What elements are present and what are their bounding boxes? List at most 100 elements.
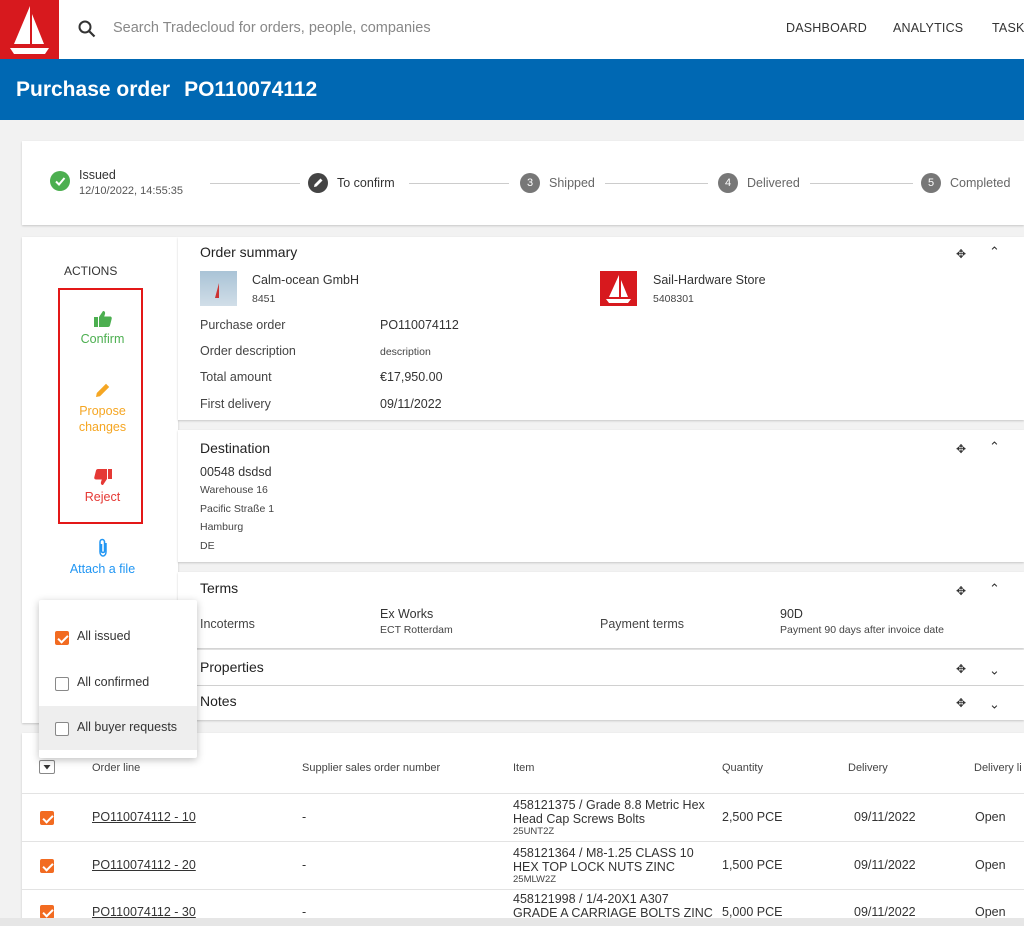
quantity: 2,500 PCE (722, 810, 783, 824)
header-delivery[interactable]: Delivery (848, 762, 888, 774)
item-line-1: 458121998 / 1/4-20X1 A307 (513, 892, 669, 906)
drag-move-icon[interactable]: ✥ (956, 696, 966, 710)
step-issued-date: 12/10/2022, 14:55:35 (79, 185, 183, 197)
header-supplier-sales-order[interactable]: Supplier sales order number (302, 762, 440, 774)
drag-move-icon[interactable]: ✥ (956, 584, 966, 598)
step-number: 4 (718, 173, 738, 193)
notes-section[interactable]: Notes ✥ ⌃ (178, 686, 1024, 720)
table-row[interactable]: PO110074112 - 10 - 458121375 / Grade 8.8… (22, 793, 1024, 841)
item-line-1: 458121364 / M8-1.25 CLASS 10 (513, 846, 694, 860)
purchase-order-label: Purchase order (200, 318, 286, 332)
header-delivery-line-status[interactable]: Delivery li (974, 762, 1022, 774)
chevron-up-icon[interactable]: ⌃ (989, 581, 1000, 597)
order-line-link[interactable]: PO110074112 - 10 (92, 810, 196, 824)
drag-move-icon[interactable]: ✥ (956, 662, 966, 676)
attach-file-button[interactable]: Attach a file (60, 538, 145, 576)
supplier-sales-order: - (302, 810, 307, 824)
properties-section[interactable]: Properties ✥ ⌃ (178, 650, 1024, 685)
delivery-date: 09/11/2022 (854, 905, 916, 919)
checkbox[interactable] (55, 677, 69, 691)
status-stepper: Issued 12/10/2022, 14:55:35 To confirm 3… (22, 141, 1024, 225)
dropdown-label: All buyer requests (77, 720, 178, 734)
payment-terms-label: Payment terms (600, 617, 685, 631)
purchase-order-value: PO110074112 (380, 318, 459, 332)
quantity: 5,000 PCE (722, 905, 783, 919)
drag-move-icon[interactable]: ✥ (956, 442, 966, 456)
header-order-line[interactable]: Order line (92, 762, 140, 774)
search-icon[interactable] (78, 20, 96, 38)
checkbox-checked[interactable] (55, 631, 69, 645)
step-connector (810, 183, 913, 184)
destination-code: 00548 dsdsd (200, 465, 272, 479)
order-line-link[interactable]: PO110074112 - 30 (92, 905, 196, 919)
search-input[interactable]: Search Tradecloud for orders, people, co… (113, 20, 431, 36)
pencil-icon (308, 173, 328, 193)
chevron-down-icon[interactable]: ⌃ (989, 661, 1000, 677)
first-delivery-label: First delivery (200, 397, 271, 411)
confirm-button[interactable]: Confirm (60, 310, 145, 346)
incoterms-value: Ex Works (380, 607, 434, 621)
item-cell: 458121998 / 1/4-20X1 A307 GRADE A CARRIA… (513, 892, 713, 920)
row-checkbox[interactable] (40, 811, 54, 825)
select-menu-dropdown[interactable] (39, 760, 55, 774)
horizontal-scrollbar[interactable] (0, 918, 1024, 926)
destination-title: Destination (200, 440, 271, 456)
order-summary-title: Order summary (200, 244, 298, 260)
total-amount-label: Total amount (200, 370, 272, 384)
payment-terms-sub: Payment 90 days after invoice date (780, 624, 945, 636)
nav-dashboard[interactable]: DASHBOARD (786, 21, 867, 35)
drag-move-icon[interactable]: ✥ (956, 247, 966, 261)
step-shipped-label: Shipped (549, 176, 595, 190)
item-line-2: HEX TOP LOCK NUTS ZINC (513, 860, 675, 874)
supplier-logo (600, 271, 637, 306)
chevron-up-icon[interactable]: ⌃ (989, 244, 1000, 260)
attach-label: Attach a file (69, 562, 136, 576)
line-status: Open (975, 858, 1006, 872)
item-cell: 458121364 / M8-1.25 CLASS 10 HEX TOP LOC… (513, 846, 694, 885)
row-checkbox[interactable] (40, 905, 54, 919)
page-title: Purchase order PO110074112 (16, 78, 317, 102)
propose-label-1: Propose (79, 404, 126, 418)
dropdown-item-all-issued[interactable]: All issued (39, 615, 197, 659)
nav-analytics[interactable]: ANALYTICS (893, 21, 963, 35)
item-line-2: Head Cap Screws Bolts (513, 812, 646, 826)
step-connector (210, 183, 300, 184)
header-quantity[interactable]: Quantity (722, 762, 763, 774)
supplier-sales-order: - (302, 858, 307, 872)
reject-button[interactable]: Reject (60, 468, 145, 504)
step-number: 5 (921, 173, 941, 193)
pencil-icon (95, 383, 109, 397)
page-title-po: PO110074112 (184, 78, 318, 101)
propose-changes-button[interactable]: Propose changes (60, 381, 145, 435)
item-code: 25MLW2Z (513, 874, 557, 885)
title-bar: Purchase order PO110074112 (0, 59, 1024, 120)
checkbox[interactable] (55, 722, 69, 736)
item-line-1: 458121375 / Grade 8.8 Metric Hex (513, 798, 705, 812)
destination-line: Hamburg (200, 521, 244, 533)
sailboat-logo-icon[interactable] (0, 0, 59, 59)
chevron-up-icon[interactable]: ⌃ (989, 439, 1000, 455)
header-item[interactable]: Item (513, 762, 534, 774)
row-checkbox[interactable] (40, 859, 54, 873)
step-number: 3 (520, 173, 540, 193)
dropdown-item-all-buyer-requests[interactable]: All buyer requests (39, 706, 197, 750)
destination-line: Pacific Straße 1 (200, 503, 275, 515)
step-connector (409, 183, 509, 184)
line-status: Open (975, 810, 1006, 824)
order-description-label: Order description (200, 344, 296, 358)
order-line-link[interactable]: PO110074112 - 20 (92, 858, 196, 872)
table-row[interactable]: PO110074112 - 20 - 458121364 / M8-1.25 C… (22, 841, 1024, 889)
quantity: 1,500 PCE (722, 858, 783, 872)
dropdown-item-all-confirmed[interactable]: All confirmed (39, 661, 197, 705)
delivery-date: 09/11/2022 (854, 810, 916, 824)
dropdown-label: All issued (77, 629, 131, 643)
step-delivered-label: Delivered (747, 176, 800, 190)
order-lines-table: Order line Supplier sales order number I… (22, 733, 1024, 926)
order-summary-section: Order summary ✥ ⌃ Calm-ocean GmbH 8451 S… (178, 237, 1024, 420)
nav-tasks[interactable]: TASK (992, 21, 1024, 35)
paperclip-icon (98, 538, 107, 557)
chevron-down-icon[interactable]: ⌃ (989, 695, 1000, 711)
destination-line: Warehouse 16 (200, 484, 268, 496)
buyer-name: Calm-ocean GmbH (252, 273, 359, 287)
confirm-label: Confirm (80, 332, 125, 346)
